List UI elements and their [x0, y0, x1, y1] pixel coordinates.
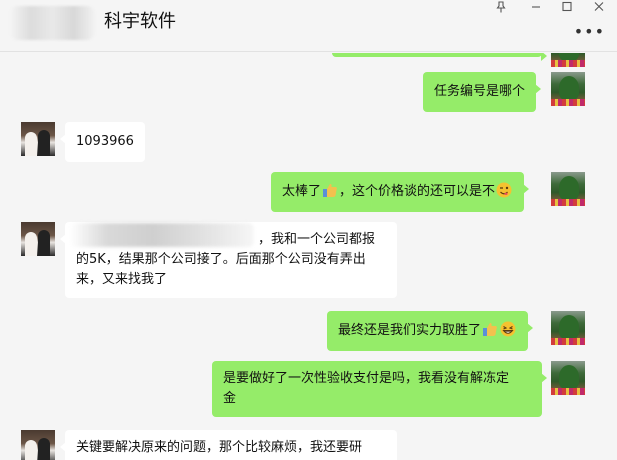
message-bubble-other[interactable]: 1093966: [60, 122, 145, 162]
more-options-button[interactable]: •••: [574, 24, 605, 40]
winking-face-icon: [496, 182, 512, 198]
my-avatar[interactable]: [551, 311, 585, 345]
message-text: ，这个价格谈的还可以是不: [339, 184, 496, 199]
message-bubble-me[interactable]: 太棒了 ，这个价格谈的还可以是不: [271, 172, 530, 212]
my-avatar[interactable]: [551, 72, 585, 106]
minimize-icon: [532, 6, 540, 8]
minimize-button[interactable]: [527, 0, 545, 14]
message-line: 来，又来找我了: [76, 272, 168, 287]
redacted-text-overlay: [70, 223, 254, 247]
close-button[interactable]: [590, 0, 608, 14]
message-bubble-me[interactable]: 任务编号是哪个: [423, 72, 542, 112]
grinning-face-icon: [500, 321, 516, 337]
message-bubble-me[interactable]: 最终还是我们实力取胜了: [327, 311, 534, 351]
message-bubble-other[interactable]: 关键要解决原来的问题，那个比较麻烦，我还要研: [60, 430, 397, 460]
pin-button[interactable]: [492, 0, 510, 14]
maximize-icon: [562, 1, 572, 12]
title-bar: 科宇软件 •••: [0, 0, 617, 52]
message-text: 最终还是我们实力取胜了: [338, 323, 482, 338]
my-avatar[interactable]: [551, 172, 585, 206]
maximize-button[interactable]: [558, 0, 576, 14]
message-text: 1093966: [76, 134, 134, 149]
message-line: 是要做好了一次性验收支付是吗，我看没有解冻定: [223, 371, 510, 386]
thumbs-up-icon: [483, 322, 497, 336]
contact-avatar-blurred: [10, 6, 95, 40]
contact-avatar[interactable]: [21, 122, 55, 156]
thumbs-up-icon: [323, 183, 337, 197]
more-dots-icon: •••: [573, 22, 605, 41]
message-line: 金: [223, 391, 237, 406]
message-line: 关键要解决原来的问题，那个比较麻烦，我还要研: [76, 440, 363, 455]
message-line: 的5K，结果那个公司接了。后面那个公司没有弄出: [76, 252, 366, 267]
my-avatar[interactable]: [551, 361, 585, 395]
chat-message-list[interactable]: 任务编号是哪个 1093966 太棒了 ，这个价格谈的还可以是不 ，我和一个公司都…: [0, 53, 617, 460]
message-text: 任务编号是哪个: [434, 84, 526, 99]
my-avatar[interactable]: [551, 53, 585, 67]
pin-icon: [496, 1, 506, 13]
message-bubble-me[interactable]: 是要做好了一次性验收支付是吗，我看没有解冻定 金: [212, 361, 547, 417]
message-bubble-partial[interactable]: [332, 53, 547, 61]
close-icon: [594, 2, 604, 11]
contact-avatar[interactable]: [21, 430, 55, 460]
chat-title: 科宇软件: [104, 11, 176, 32]
message-text: 太棒了: [282, 184, 322, 199]
contact-avatar[interactable]: [21, 222, 55, 256]
